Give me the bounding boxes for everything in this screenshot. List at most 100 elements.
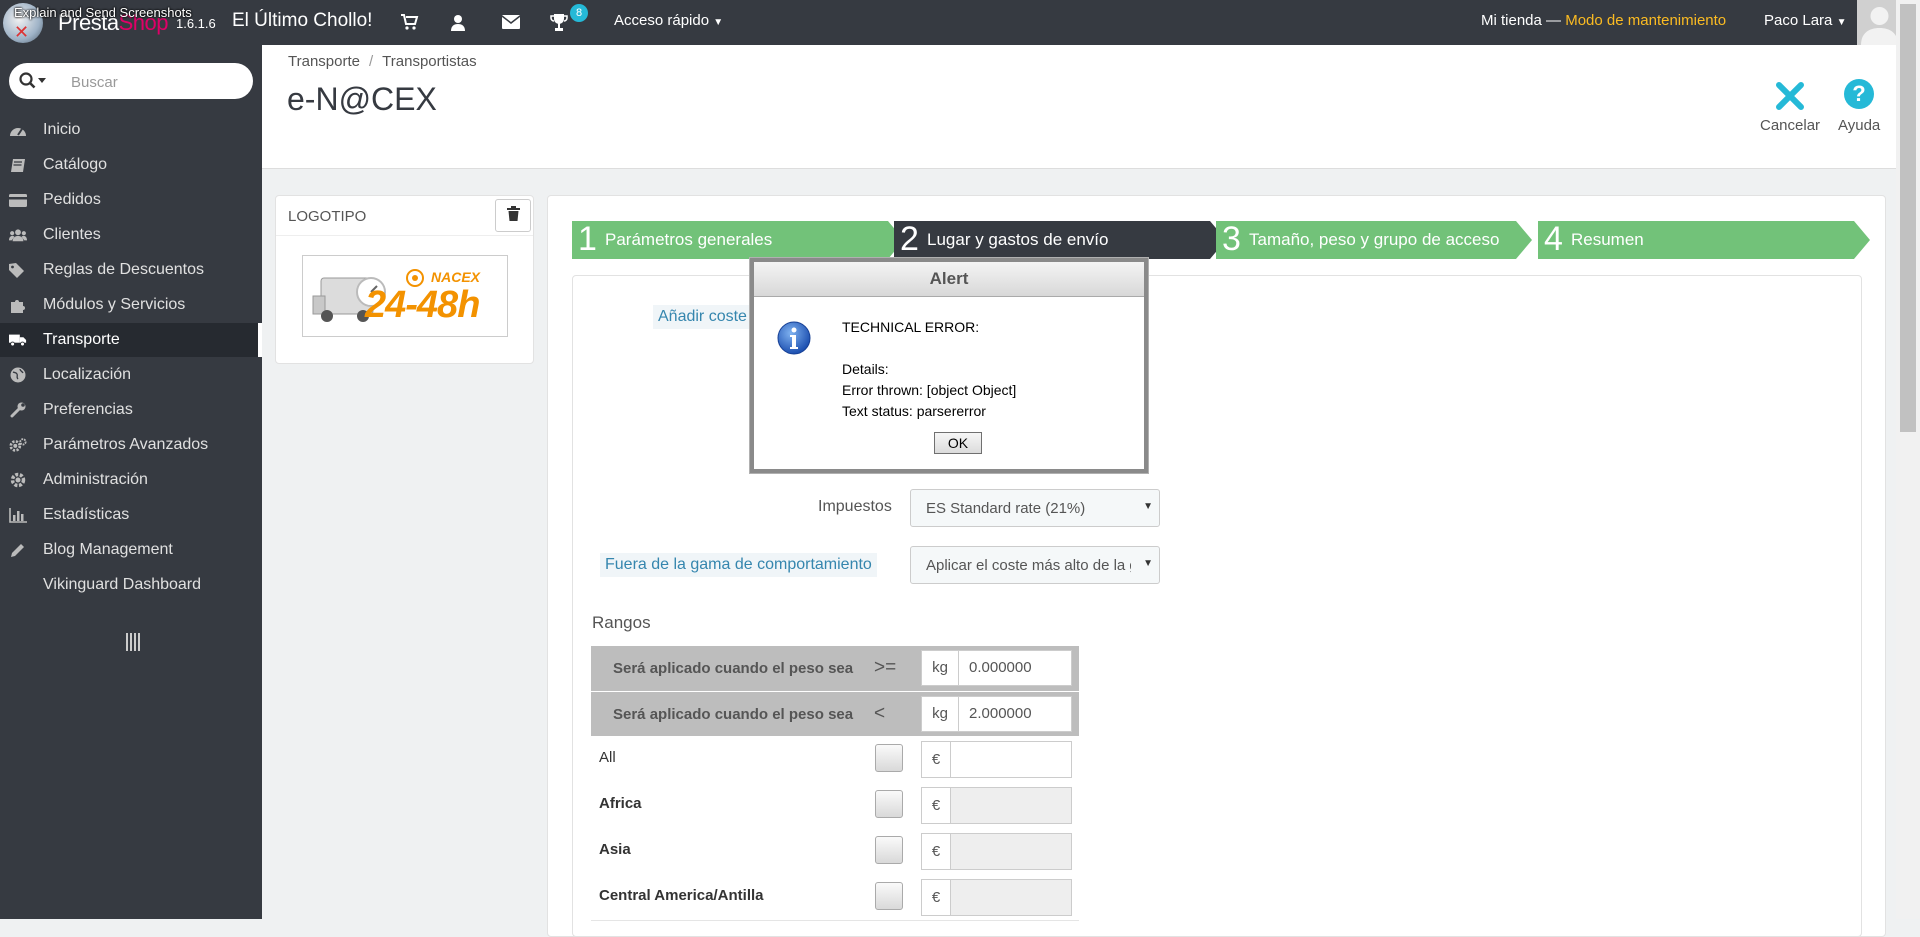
zone-label: Africa <box>599 795 642 812</box>
sidebar-item-vikinguard-dashboard[interactable]: Vikinguard Dashboard <box>0 568 262 602</box>
user-icon[interactable] <box>446 11 470 33</box>
puzzle-icon <box>9 297 27 313</box>
zone-price-input[interactable] <box>950 741 1072 778</box>
service-text: 24-48h <box>365 284 480 326</box>
collapse-sidebar-icon[interactable] <box>126 633 142 656</box>
screenshot-tool-label: Explain and Send Screenshots <box>14 5 192 20</box>
sidebar-item-pedidos[interactable]: Pedidos <box>0 183 262 217</box>
sidebar-item-administración[interactable]: Administración <box>0 463 262 497</box>
alert-message: TECHNICAL ERROR: Details: Error thrown: … <box>842 319 1017 419</box>
search-icon[interactable] <box>19 72 47 95</box>
bar-chart-icon <box>9 507 27 523</box>
zone-label: Central America/Antilla <box>599 887 764 904</box>
store-status[interactable]: Mi tienda — Modo de mantenimiento <box>1481 12 1726 29</box>
info-icon <box>776 320 812 361</box>
wizard-step-3[interactable]: 3 Tamaño, peso y grupo de acceso <box>1216 220 1532 259</box>
breadcrumb: Transporte / Transportistas <box>288 53 477 70</box>
zone-checkbox[interactable] <box>875 882 903 910</box>
sidebar-item-label: Localización <box>43 366 132 383</box>
step-number: 2 <box>900 220 919 258</box>
step-label: Tamaño, peso y grupo de acceso <box>1249 230 1500 249</box>
quick-access-dropdown[interactable]: Acceso rápido ▼ <box>614 12 723 29</box>
breadcrumb-item[interactable]: Transporte <box>288 53 360 70</box>
wizard-step-2[interactable]: 2 Lugar y gastos de envío <box>894 220 1226 259</box>
sidebar-item-inicio[interactable]: Inicio <box>0 113 262 147</box>
page-title: e-N@CEX <box>287 81 437 117</box>
zone-row: All € <box>591 736 1079 783</box>
sidebar-item-label: Blog Management <box>43 541 173 558</box>
zone-row: Asia € <box>591 828 1079 875</box>
carrier-logo-image: NACEX 24-48h <box>302 255 508 337</box>
out-of-range-select[interactable]: Aplicar el coste más alto de la gama def… <box>910 546 1160 584</box>
sidebar-item-blog-management[interactable]: Blog Management <box>0 533 262 567</box>
sidebar-item-catálogo[interactable]: Catálogo <box>0 148 262 182</box>
sidebar-item-parámetros-avanzados[interactable]: Parámetros Avanzados <box>0 428 262 462</box>
sidebar-item-módulos-y-servicios[interactable]: Módulos y Servicios <box>0 288 262 322</box>
currency-label: € <box>921 787 951 824</box>
page-scrollbar[interactable] <box>1896 0 1920 919</box>
cancel-button[interactable]: Cancelar <box>1760 75 1820 134</box>
caret-down-icon: ▼ <box>1836 17 1847 28</box>
wizard-step-1[interactable]: 1 Parámetros generales <box>572 220 904 259</box>
range-value-input[interactable]: 2.000000 <box>958 696 1072 732</box>
sidebar-item-preferencias[interactable]: Preferencias <box>0 393 262 427</box>
cart-icon[interactable] <box>398 11 422 33</box>
brand-logo[interactable]: ✕ PrestaShop 1.6.1.6 Explain and Send Sc… <box>0 0 225 45</box>
step-label: Parámetros generales <box>605 230 773 249</box>
caret-down-icon: ▼ <box>713 17 724 28</box>
globe-icon <box>9 367 27 383</box>
currency-label: € <box>921 833 951 870</box>
maintenance-mode-link[interactable]: Modo de mantenimiento <box>1565 12 1726 29</box>
range-operator: < <box>874 703 886 724</box>
help-icon: ? <box>1838 75 1880 113</box>
tags-icon <box>9 262 27 278</box>
sidebar-item-label: Vikinguard Dashboard <box>43 576 202 593</box>
alert-dialog: Alert TECHNICAL ERROR: Details: Error th… <box>750 258 1148 473</box>
zone-checkbox[interactable] <box>875 744 903 772</box>
zone-checkbox[interactable] <box>875 790 903 818</box>
zone-checkbox[interactable] <box>875 836 903 864</box>
breadcrumb-item[interactable]: Transportistas <box>382 53 476 70</box>
scrollbar-thumb[interactable] <box>1900 4 1916 432</box>
range-label: Será aplicado cuando el peso sea <box>613 706 854 723</box>
wrench-icon <box>9 402 27 418</box>
cog-icon <box>9 472 27 488</box>
sidebar-item-localización[interactable]: Localización <box>0 358 262 392</box>
step-number: 4 <box>1544 220 1563 258</box>
top-bar: ✕ PrestaShop 1.6.1.6 Explain and Send Sc… <box>0 0 1920 45</box>
search-box <box>9 63 253 99</box>
alert-title: Alert <box>754 262 1144 297</box>
delete-logo-button[interactable] <box>495 199 531 232</box>
sidebar-item-label: Reglas de Descuentos <box>43 261 204 278</box>
zone-price-input <box>950 833 1072 870</box>
sidebar-item-reglas-de-descuentos[interactable]: Reglas de Descuentos <box>0 253 262 287</box>
sidebar-item-estadísticas[interactable]: Estadísticas <box>0 498 262 532</box>
tax-select[interactable]: ES Standard rate (21%) ▼ <box>910 489 1160 527</box>
svg-text:?: ? <box>1852 81 1865 106</box>
trophy-icon[interactable] <box>547 11 571 33</box>
sidebar-item-label: Preferencias <box>43 401 133 418</box>
zone-label: All <box>599 749 616 766</box>
sidebar-item-clientes[interactable]: Clientes <box>0 218 262 252</box>
pencil-icon <box>9 542 27 558</box>
close-icon <box>1760 75 1820 113</box>
sidebar-item-label: Clientes <box>43 226 101 243</box>
help-button[interactable]: ? Ayuda <box>1838 75 1880 134</box>
notification-badge: 8 <box>570 4 588 22</box>
truck-icon <box>9 332 27 348</box>
logo-marker-icon: ✕ <box>14 22 30 42</box>
sidebar-item-transporte[interactable]: Transporte <box>0 323 262 357</box>
search-input[interactable] <box>69 71 243 93</box>
wizard-step-4[interactable]: 4 Resumen <box>1538 220 1870 259</box>
range-value-input[interactable]: 0.000000 <box>958 650 1072 686</box>
step-label: Lugar y gastos de envío <box>927 230 1109 249</box>
user-menu[interactable]: Paco Lara ▼ <box>1764 12 1846 29</box>
zone-row: Central America/Antilla € <box>591 874 1079 921</box>
sidebar: Inicio Catálogo Pedidos Clientes Reglas de D… <box>0 45 262 919</box>
envelope-icon[interactable] <box>499 11 523 33</box>
sidebar-item-label: Transporte <box>43 331 120 348</box>
zone-price-input <box>950 787 1072 824</box>
add-cost-label: Añadir coste <box>653 305 752 329</box>
shop-name-link[interactable]: El Último Chollo! <box>232 10 372 32</box>
alert-ok-button[interactable]: OK <box>934 432 982 454</box>
